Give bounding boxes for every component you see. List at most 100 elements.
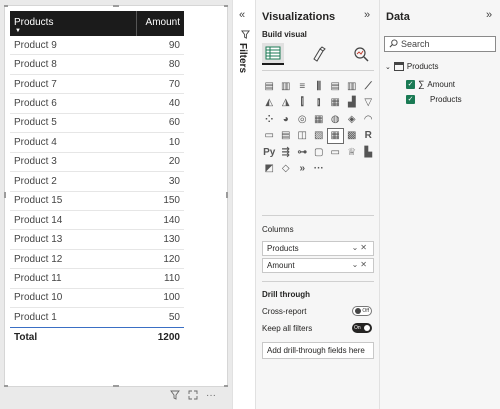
smart-narrative-icon[interactable]: ▭ [327,144,344,161]
decomposition-tree-icon[interactable]: ⊶ [294,144,311,161]
gauge-icon[interactable]: ◠ [360,111,377,128]
table-row[interactable]: Product 2 30 [10,172,184,192]
drill-through-field-well[interactable]: Add drill-through fields here [262,342,374,359]
power-automate-icon[interactable]: ◇ [278,161,295,178]
r-visual-icon[interactable]: R [360,128,377,145]
funnel-chart-icon[interactable]: ▽ [360,95,377,112]
data-title: Data [386,11,410,23]
table-row[interactable]: Product 1 50 [10,308,184,328]
power-apps-icon[interactable]: ◩ [261,161,278,178]
checkbox-checked-icon[interactable]: ✓ [406,95,415,104]
table-row[interactable]: Product 8 80 [10,55,184,75]
keep-filters-toggle[interactable]: On [352,323,372,333]
slicer-icon[interactable]: ▧ [311,128,328,145]
cell-product: Product 12 [14,253,63,265]
get-more-visuals-icon[interactable]: ··· [311,161,328,178]
field-well-products[interactable]: Products ⌄✕ [262,241,374,256]
table-row[interactable]: Product 10 100 [10,289,184,309]
sort-descending-icon[interactable]: ▼ [15,28,21,34]
table-node-label: Products [406,62,439,71]
resize-handle-top[interactable] [113,5,119,7]
cell-product: Product 2 [14,175,57,187]
table-icon[interactable]: ▦ [327,127,344,144]
table-row[interactable]: Product 11 110 [10,269,184,289]
table-row[interactable]: Product 9 90 [10,36,184,56]
more-options-icon[interactable]: ··· [206,390,216,403]
filter-icon[interactable] [170,390,180,403]
qa-icon[interactable]: ▢ [311,144,328,161]
goals-icon[interactable]: ♕ [344,144,361,161]
collapse-data-icon[interactable]: » [486,9,492,21]
line-chart-icon[interactable]: ⟋ [360,78,377,95]
python-visual-icon[interactable]: Py [261,144,278,161]
card-icon[interactable]: ▭ [261,128,278,145]
collapse-visualizations-icon[interactable]: » [364,9,370,21]
ribbon-chart-icon[interactable]: ▦ [327,95,344,112]
cell-product: Product 9 [14,39,57,51]
100-bar-chart-icon[interactable]: ▤ [327,78,344,95]
search-input[interactable]: Search [384,36,496,52]
stacked-column-chart-icon[interactable]: ▥ [278,78,295,95]
resize-handle-left[interactable] [4,192,6,198]
clustered-bar-chart-icon[interactable]: ≡ [294,78,311,95]
expand-filters-icon[interactable]: « [239,9,245,21]
well-controls-icon[interactable]: ⌄✕ [352,243,369,252]
filled-map-icon[interactable]: ◈ [344,111,361,128]
stacked-bar-chart-icon[interactable]: ▤ [261,78,278,95]
table-row[interactable]: Product 5 60 [10,114,184,134]
resize-handle-corner-bl[interactable] [4,385,8,387]
resize-handle-corner-tl[interactable] [4,5,8,7]
chevron-down-icon[interactable]: ⌄ [385,63,391,71]
resize-handle-right[interactable] [226,192,228,198]
cross-report-toggle[interactable]: Off [352,306,372,316]
format-visual-tab-icon[interactable] [308,43,330,65]
column-header-products[interactable]: Products ▼ [10,11,136,34]
100-column-chart-icon[interactable]: ▥ [344,78,361,95]
table-visual[interactable]: Products ▼ Amount Product 9 90 Product 8 80… [4,5,228,387]
matrix-icon[interactable]: ▩ [344,128,361,145]
column-header-amount[interactable]: Amount [136,11,184,36]
table-row[interactable]: Product 4 10 [10,133,184,153]
map-icon[interactable]: ◍ [327,111,344,128]
cell-product: Product 4 [14,136,57,148]
cell-amount: 80 [168,59,180,71]
resize-handle-corner-br[interactable] [224,385,228,387]
table-row[interactable]: Product 14 140 [10,211,184,231]
table-node-products[interactable]: ⌄ Products [385,62,438,71]
well-controls-icon[interactable]: ⌄✕ [352,260,369,269]
more-visuals-icon[interactable]: » [294,161,311,178]
pie-chart-icon[interactable]: ◕ [278,111,295,128]
table-row[interactable]: Product 13 130 [10,230,184,250]
filters-label[interactable]: Filters [237,43,248,73]
analytics-tab-icon[interactable] [350,43,372,65]
table-row[interactable]: Product 7 70 [10,75,184,95]
table-row[interactable]: Product 15 150 [10,192,184,211]
waterfall-chart-icon[interactable]: ▟ [344,95,361,112]
stacked-area-chart-icon[interactable]: ◮ [278,95,295,112]
clustered-column-chart-icon[interactable]: ⫼ [311,78,328,95]
treemap-icon[interactable]: ▦ [311,111,328,128]
drill-through-label: Drill through [262,290,310,299]
field-products[interactable]: ✓ Products [406,95,462,104]
build-visual-tab-icon[interactable] [262,43,284,65]
checkbox-checked-icon[interactable]: ✓ [406,79,415,89]
table-row[interactable]: Product 12 120 [10,250,184,270]
paginated-report-icon[interactable]: ▙ [360,144,377,161]
line-column-chart-icon[interactable]: ⫿ [294,95,311,112]
table-row[interactable]: Product 3 20 [10,153,184,173]
scatter-chart-icon[interactable]: ⁘ [261,111,278,128]
field-well-amount[interactable]: Amount ⌄✕ [262,258,374,273]
donut-chart-icon[interactable]: ◎ [294,111,311,128]
field-amount[interactable]: ✓ ∑ Amount [406,79,455,89]
key-influencers-icon[interactable]: ⇶ [278,144,295,161]
table-row[interactable]: Product 6 40 [10,94,184,114]
multi-row-card-icon[interactable]: ▤ [278,128,295,145]
cell-amount: 30 [168,175,180,187]
field-well-label: Amount [267,261,295,270]
kpi-icon[interactable]: ◫ [294,128,311,145]
area-chart-icon[interactable]: ◭ [261,95,278,112]
resize-handle-corner-tr[interactable] [224,5,228,7]
focus-mode-icon[interactable] [188,390,198,403]
resize-handle-bottom[interactable] [113,385,119,387]
line-clustered-column-icon[interactable]: ⫾ [311,95,328,112]
